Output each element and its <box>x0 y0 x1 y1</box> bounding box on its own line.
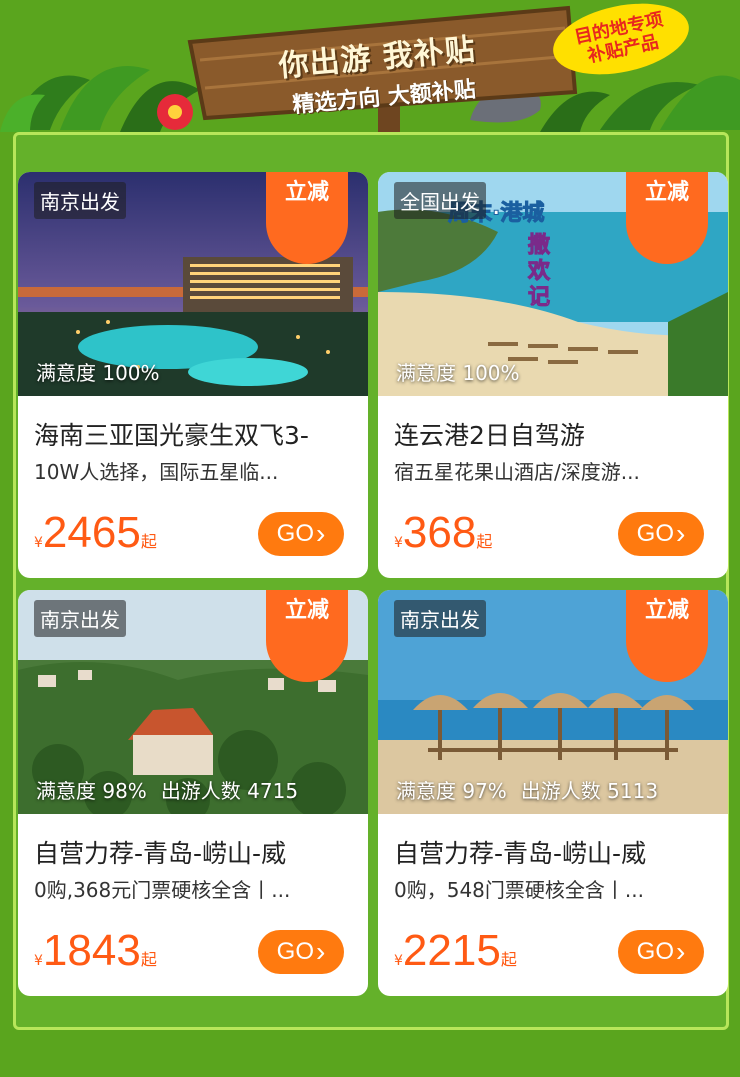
product-card[interactable]: 周末·港城 撒 欢 记 全国出发 立减 满意度 100% 连云港2日自驾游 宿五… <box>378 172 728 578</box>
discount-tag: 立减 <box>266 590 348 682</box>
satisfaction-rate: 满意度 100% <box>36 361 160 385</box>
price-value: 368 <box>402 508 477 557</box>
price-value: 1843 <box>42 926 141 975</box>
product-card[interactable]: 南京出发 立减 满意度 97% 出游人数 5113 自营力荐-青岛-崂山-威 0购… <box>378 590 728 996</box>
discount-tag: 立减 <box>626 172 708 264</box>
card-title[interactable]: 自营力荐-青岛-崂山-威 <box>34 834 354 870</box>
header-banner: 你出游 我补贴 精选方向 大额补贴 目的地专项 补贴产品 <box>0 0 740 140</box>
currency-symbol: ¥ <box>394 535 403 551</box>
origin-tag: 南京出发 <box>34 182 126 219</box>
discount-tag: 立减 <box>626 590 708 682</box>
image-caption-2: 撒 <box>528 233 551 258</box>
card-subtitle: 宿五星花果山酒店/深度游... <box>394 460 640 484</box>
origin-tag: 南京出发 <box>34 600 126 637</box>
price-value: 2465 <box>42 508 141 557</box>
image-caption-3: 欢 <box>527 258 551 284</box>
card-title[interactable]: 连云港2日自驾游 <box>394 416 714 452</box>
satisfaction-rate: 满意度 98% <box>36 779 147 803</box>
card-subtitle: 0购，548门票硬核全含丨... <box>394 878 644 902</box>
currency-symbol: ¥ <box>34 953 43 969</box>
card-subtitle: 0购,368元门票硬核全含丨... <box>34 878 291 902</box>
currency-symbol: ¥ <box>34 535 43 551</box>
price: ¥2465起 <box>34 508 157 558</box>
origin-tag: 南京出发 <box>394 600 486 637</box>
go-button-label: GO <box>636 520 674 547</box>
product-panel: 南京出发 立减 满意度 100% 海南三亚国光豪生双飞3- 10W人选择，国际五… <box>13 132 729 1030</box>
card-image[interactable]: 周末·港城 撒 欢 记 全国出发 立减 满意度 100% <box>378 172 728 396</box>
card-title[interactable]: 自营力荐-青岛-崂山-威 <box>394 834 714 870</box>
chevron-right-icon: › <box>316 936 326 967</box>
currency-symbol: ¥ <box>394 953 403 969</box>
go-button[interactable]: GO › <box>258 512 344 556</box>
chevron-right-icon: › <box>316 518 326 549</box>
price: ¥1843起 <box>34 926 157 976</box>
go-button-label: GO <box>636 938 674 965</box>
go-button-label: GO <box>276 938 314 965</box>
price: ¥368起 <box>394 508 492 558</box>
chevron-right-icon: › <box>676 936 686 967</box>
card-stats: 满意度 97% 出游人数 5113 <box>396 775 658 804</box>
satisfaction-rate: 满意度 100% <box>396 361 520 385</box>
price-value: 2215 <box>402 926 501 975</box>
card-stats: 满意度 100% <box>36 357 160 386</box>
discount-tag: 立减 <box>266 172 348 264</box>
product-card[interactable]: 南京出发 立减 满意度 98% 出游人数 4715 自营力荐-青岛-崂山-威 0购… <box>18 590 368 996</box>
traveler-count: 出游人数 5113 <box>520 779 659 803</box>
card-subtitle: 10W人选择，国际五星临... <box>34 460 279 484</box>
price-suffix: 起 <box>140 950 157 969</box>
card-image[interactable]: 南京出发 立减 满意度 97% 出游人数 5113 <box>378 590 728 814</box>
product-card[interactable]: 南京出发 立减 满意度 100% 海南三亚国光豪生双飞3- 10W人选择，国际五… <box>18 172 368 578</box>
card-stats: 满意度 100% <box>396 357 520 386</box>
go-button[interactable]: GO › <box>618 512 704 556</box>
card-title[interactable]: 海南三亚国光豪生双飞3- <box>34 416 354 452</box>
traveler-count: 出游人数 4715 <box>160 779 299 803</box>
chevron-right-icon: › <box>676 518 686 549</box>
satisfaction-rate: 满意度 97% <box>396 779 507 803</box>
go-button-label: GO <box>276 520 314 547</box>
origin-tag: 全国出发 <box>394 182 486 219</box>
price-suffix: 起 <box>500 950 517 969</box>
price-suffix: 起 <box>476 532 493 551</box>
price: ¥2215起 <box>394 926 517 976</box>
go-button[interactable]: GO › <box>258 930 344 974</box>
card-image[interactable]: 南京出发 立减 满意度 100% <box>18 172 368 396</box>
price-suffix: 起 <box>140 532 157 551</box>
card-image[interactable]: 南京出发 立减 满意度 98% 出游人数 4715 <box>18 590 368 814</box>
go-button[interactable]: GO › <box>618 930 704 974</box>
image-caption-4: 记 <box>528 285 550 310</box>
card-stats: 满意度 98% 出游人数 4715 <box>36 775 298 804</box>
